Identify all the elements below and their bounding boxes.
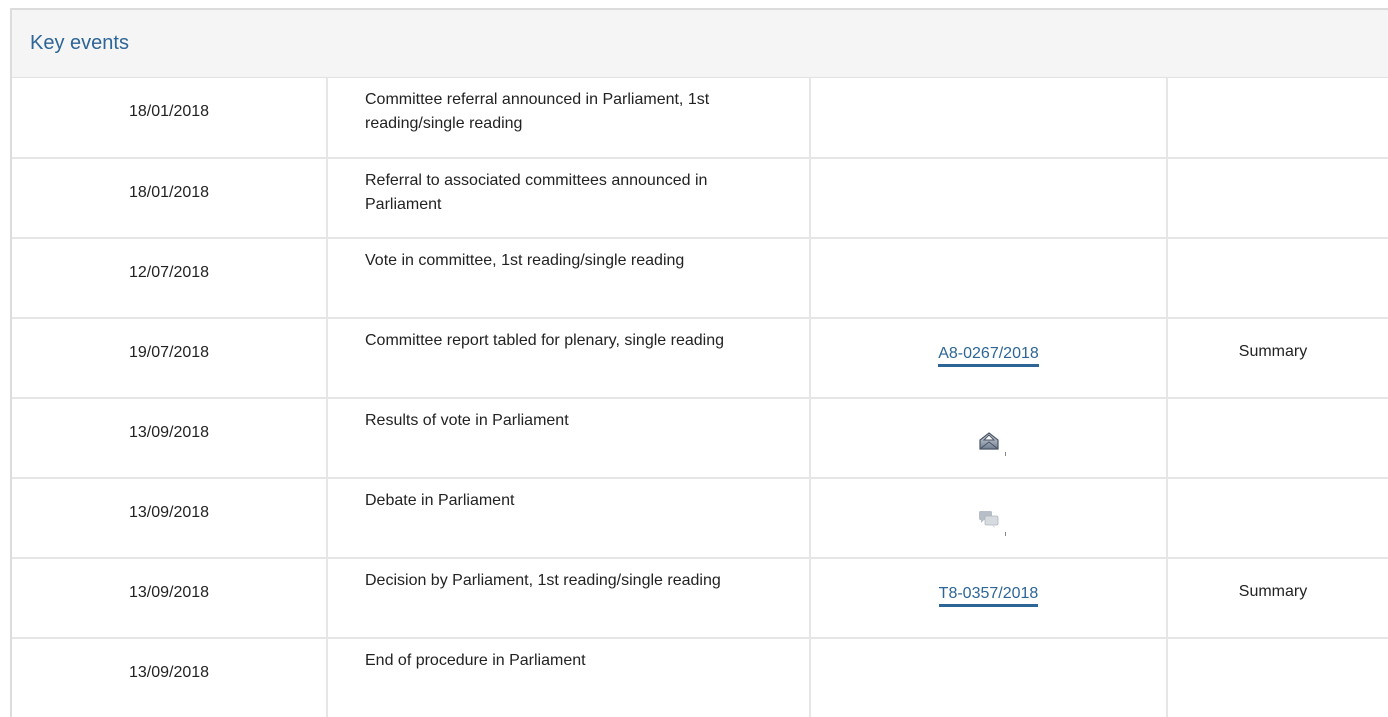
event-date: 19/07/2018 bbox=[12, 318, 328, 399]
panel-header: Key events bbox=[12, 10, 1388, 78]
event-description: End of procedure in Parliament bbox=[327, 638, 811, 717]
table-row: 12/07/2018 Vote in committee, 1st readin… bbox=[12, 238, 1388, 319]
vote-results-icon[interactable] bbox=[978, 430, 1006, 456]
event-document-cell bbox=[810, 158, 1168, 239]
event-summary-cell bbox=[1167, 478, 1388, 559]
event-description: Referral to associated committees announ… bbox=[327, 158, 811, 239]
event-document-cell bbox=[810, 238, 1168, 319]
key-events-panel: Key events 18/01/2018 Committee referral… bbox=[10, 8, 1388, 717]
event-date: 18/01/2018 bbox=[12, 158, 328, 239]
event-date: 13/09/2018 bbox=[12, 478, 328, 559]
key-events-table: 18/01/2018 Committee referral announced … bbox=[12, 78, 1388, 717]
event-summary-cell bbox=[1167, 398, 1388, 479]
event-date: 13/09/2018 bbox=[12, 398, 328, 479]
table-row: 13/09/2018 End of procedure in Parliamen… bbox=[12, 638, 1388, 717]
event-description: Results of vote in Parliament bbox=[327, 398, 811, 479]
debate-icon[interactable] bbox=[978, 510, 1006, 536]
table-row: 13/09/2018 Debate in Parliament bbox=[12, 478, 1388, 559]
event-description: Debate in Parliament bbox=[327, 478, 811, 559]
event-document-cell bbox=[810, 78, 1168, 159]
table-row: 18/01/2018 Referral to associated commit… bbox=[12, 158, 1388, 239]
event-document-cell: A8-0267/2018 bbox=[810, 318, 1168, 399]
document-link[interactable]: T8-0357/2018 bbox=[938, 585, 1039, 607]
event-summary-cell bbox=[1167, 238, 1388, 319]
event-date: 18/01/2018 bbox=[12, 78, 328, 159]
event-description: Committee referral announced in Parliame… bbox=[327, 78, 811, 159]
event-document-cell: T8-0357/2018 bbox=[810, 558, 1168, 639]
event-description: Vote in committee, 1st reading/single re… bbox=[327, 238, 811, 319]
event-document-cell bbox=[810, 478, 1168, 559]
table-row: 18/01/2018 Committee referral announced … bbox=[12, 78, 1388, 159]
event-date: 13/09/2018 bbox=[12, 638, 328, 717]
table-row: 13/09/2018 Results of vote in Parliament bbox=[12, 398, 1388, 479]
event-document-cell bbox=[810, 638, 1168, 717]
table-row: 19/07/2018 Committee report tabled for p… bbox=[12, 318, 1388, 399]
event-summary: Summary bbox=[1167, 318, 1388, 399]
event-summary-cell bbox=[1167, 158, 1388, 239]
table-row: 13/09/2018 Decision by Parliament, 1st r… bbox=[12, 558, 1388, 639]
document-link[interactable]: A8-0267/2018 bbox=[938, 345, 1039, 367]
event-description: Decision by Parliament, 1st reading/sing… bbox=[327, 558, 811, 639]
event-date: 13/09/2018 bbox=[12, 558, 328, 639]
event-summary-cell bbox=[1167, 78, 1388, 159]
event-document-cell bbox=[810, 398, 1168, 479]
event-date: 12/07/2018 bbox=[12, 238, 328, 319]
panel-title: Key events bbox=[30, 32, 129, 54]
event-description: Committee report tabled for plenary, sin… bbox=[327, 318, 811, 399]
event-summary-cell bbox=[1167, 638, 1388, 717]
event-summary: Summary bbox=[1167, 558, 1388, 639]
